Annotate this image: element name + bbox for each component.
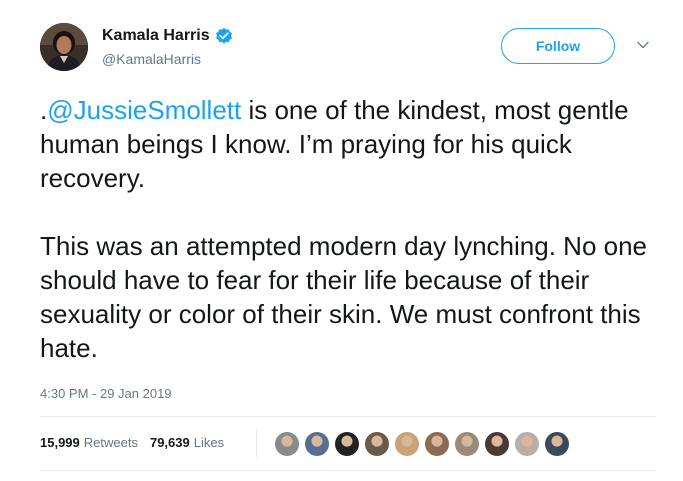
- timestamp[interactable]: 4:30 PM - 29 Jan 2019: [40, 386, 172, 401]
- display-name[interactable]: Kamala Harris: [102, 27, 210, 45]
- liker-avatar[interactable]: [544, 431, 570, 457]
- name-row: Kamala Harris: [102, 26, 233, 46]
- liker-avatar[interactable]: [364, 431, 390, 457]
- liker-avatar[interactable]: [424, 431, 450, 457]
- divider: [40, 470, 656, 471]
- liker-avatar[interactable]: [304, 431, 330, 457]
- stats-separator: [256, 429, 257, 457]
- chevron-down-icon[interactable]: [636, 38, 650, 52]
- engagement-stats: 15,999 Retweets 79,639 Likes: [40, 429, 257, 457]
- retweets-label: Retweets: [83, 435, 138, 450]
- likes-count: 79,639: [149, 435, 190, 450]
- likes-stat[interactable]: 79,639 Likes: [150, 435, 224, 450]
- likes-label: Likes: [193, 435, 225, 450]
- tweet-paragraph-1: .@JussieSmollett is one of the kindest, …: [40, 93, 660, 195]
- author-block: Kamala Harris @KamalaHarris: [102, 26, 233, 67]
- divider: [40, 416, 656, 417]
- profile-photo-icon: [40, 23, 88, 71]
- liker-avatar[interactable]: [484, 431, 510, 457]
- liker-avatar[interactable]: [334, 431, 360, 457]
- liker-avatar[interactable]: [514, 431, 540, 457]
- mention-link[interactable]: @JussieSmollett: [47, 95, 241, 125]
- tweet-text: .@JussieSmollett is one of the kindest, …: [40, 93, 660, 365]
- tweet-paragraph-2: This was an attempted modern day lynchin…: [40, 231, 648, 363]
- tweet-card: Kamala Harris @KamalaHarris Follow .@Jus…: [0, 0, 683, 481]
- retweets-stat[interactable]: 15,999 Retweets: [40, 435, 138, 450]
- likers-avatars: [274, 431, 574, 457]
- follow-button[interactable]: Follow: [501, 28, 615, 64]
- retweets-count: 15,999: [40, 435, 80, 450]
- verified-badge-icon: [215, 27, 233, 45]
- liker-avatar[interactable]: [454, 431, 480, 457]
- liker-avatar[interactable]: [394, 431, 420, 457]
- liker-avatar[interactable]: [274, 431, 300, 457]
- handle[interactable]: @KamalaHarris: [102, 51, 233, 67]
- avatar[interactable]: [40, 23, 88, 71]
